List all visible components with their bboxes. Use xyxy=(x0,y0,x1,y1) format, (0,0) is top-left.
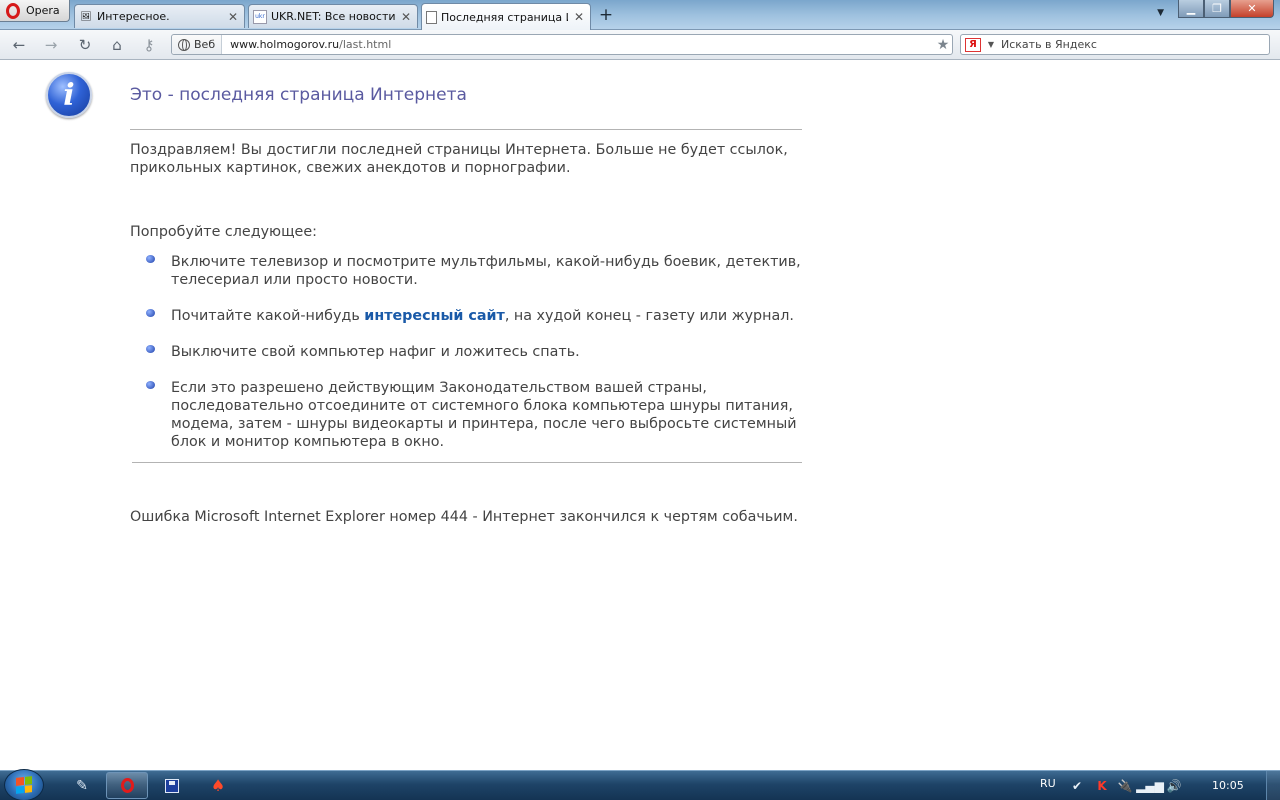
globe-icon xyxy=(178,38,190,51)
tip-text-before: Почитайте какой-нибудь xyxy=(171,308,365,324)
list-item: Выключите свой компьютер нафиг и ложитес… xyxy=(146,343,826,361)
opera-menu-label: Opera xyxy=(26,4,60,17)
tray-volume-icon[interactable]: 🔊 xyxy=(1166,778,1182,794)
bullet-icon xyxy=(146,309,155,317)
tab-title: Интересное. xyxy=(97,10,170,23)
try-heading: Попробуйте следующее: xyxy=(130,224,317,240)
key-icon[interactable]: ⚷ xyxy=(138,35,160,55)
tip-text-after: , на худой конец - газету или журнал. xyxy=(504,308,794,324)
window-controls: ▁ ❐ ✕ xyxy=(1178,0,1274,18)
tray-signal-bars-icon[interactable]: ▂▄▆ xyxy=(1136,778,1164,794)
tab-title: Последняя страница И... xyxy=(441,10,568,24)
bullet-icon xyxy=(146,345,155,353)
address-bar[interactable]: Веб www.holmogorov.ru/last.html ★ xyxy=(171,34,953,55)
tips-list: Включите телевизор и посмотрите мультфил… xyxy=(146,253,826,469)
tip-text: Включите телевизор и посмотрите мультфил… xyxy=(171,254,801,288)
list-item: Почитайте какой-нибудь интересный сайт, … xyxy=(146,307,826,325)
window-minimize-icon[interactable]: ▁ xyxy=(1178,0,1204,18)
web-security-badge[interactable]: Веб xyxy=(172,35,223,54)
page-title: Это - последняя страница Интернета xyxy=(130,85,467,105)
opera-logo-icon xyxy=(120,778,134,793)
browser-tab-strip: Opera 🖼 Интересное. ✕ ukr UKR.NET: Все н… xyxy=(0,0,1280,30)
taskbar-pen-app-icon[interactable]: ✎ xyxy=(62,772,102,799)
tab-close-icon[interactable]: ✕ xyxy=(572,10,586,24)
home-icon[interactable]: ⌂ xyxy=(106,35,128,55)
floppy-disk-icon xyxy=(165,778,179,793)
bullet-icon xyxy=(146,381,155,389)
list-item: Включите телевизор и посмотрите мультфил… xyxy=(146,253,826,289)
tray-power-plug-icon[interactable]: 🔌 xyxy=(1117,778,1133,794)
back-arrow-icon[interactable]: ← xyxy=(8,35,30,55)
reload-icon[interactable]: ↻ xyxy=(74,35,96,55)
start-button[interactable] xyxy=(4,769,44,800)
system-clock[interactable]: 10:05 xyxy=(1212,779,1244,792)
forward-arrow-icon[interactable]: → xyxy=(40,35,62,55)
tab-close-icon[interactable]: ✕ xyxy=(399,10,413,24)
interesting-site-link[interactable]: интересный сайт xyxy=(364,308,505,324)
url-path: /last.html xyxy=(339,38,392,51)
page-document-icon xyxy=(426,10,437,24)
url-domain: www.holmogorov.ru xyxy=(230,38,340,51)
windows-taskbar: ✎ ♠ RU ✔ K 🔌 ▂▄▆ 🔊 10:05 xyxy=(0,769,1280,800)
web-badge-label: Веб xyxy=(194,38,216,51)
tip-text: Выключите свой компьютер нафиг и ложитес… xyxy=(171,344,580,360)
taskbar-floppy-app-icon[interactable] xyxy=(152,772,192,799)
list-item: Если это разрешено действующим Законодат… xyxy=(146,379,826,451)
favicon-icon: ukr xyxy=(253,9,267,24)
tab-ukr-net[interactable]: ukr UKR.NET: Все новости У... ✕ xyxy=(248,4,418,28)
opera-logo-icon xyxy=(6,2,20,19)
window-close-icon[interactable]: ✕ xyxy=(1230,0,1274,18)
yandex-icon[interactable]: Я xyxy=(965,37,981,52)
search-field[interactable]: Я ▼ xyxy=(960,34,1270,55)
tray-antivirus-icon[interactable]: K xyxy=(1094,778,1110,794)
search-input[interactable] xyxy=(1001,38,1269,51)
tab-title: UKR.NET: Все новости У... xyxy=(271,10,395,23)
navigation-toolbar: ← → ↻ ⌂ ⚷ Веб www.holmogorov.ru/last.htm… xyxy=(0,30,1280,60)
window-restore-icon[interactable]: ❐ xyxy=(1204,0,1230,18)
tab-last-page[interactable]: Последняя страница И... ✕ xyxy=(421,3,591,30)
info-icon: i xyxy=(46,72,92,118)
taskbar-opera-button[interactable] xyxy=(106,772,148,799)
search-engine-dropdown-icon[interactable]: ▼ xyxy=(985,40,997,49)
url-text[interactable]: www.holmogorov.ru/last.html xyxy=(222,38,934,51)
favicon-icon: 🖼 xyxy=(80,11,92,22)
language-indicator[interactable]: RU xyxy=(1040,777,1056,790)
tab-list-chevron-icon[interactable]: ▼ xyxy=(1157,8,1164,18)
page-viewport: i Это - последняя страница Интернета Поз… xyxy=(0,61,1280,770)
star-icon[interactable]: ★ xyxy=(934,37,952,53)
tab-interesting[interactable]: 🖼 Интересное. ✕ xyxy=(74,4,245,28)
tab-close-icon[interactable]: ✕ xyxy=(226,10,240,24)
error-message: Ошибка Microsoft Internet Explorer номер… xyxy=(130,509,798,525)
divider xyxy=(130,129,802,130)
windows-logo-icon xyxy=(16,776,32,794)
new-tab-plus-icon[interactable]: + xyxy=(596,6,616,26)
show-desktop-button[interactable] xyxy=(1266,771,1280,800)
taskbar-spade-app-icon[interactable]: ♠ xyxy=(198,772,238,799)
divider xyxy=(132,462,802,463)
tip-text: Если это разрешено действующим Законодат… xyxy=(171,380,797,450)
tray-network-check-icon[interactable]: ✔ xyxy=(1069,778,1085,794)
opera-menu-button[interactable]: Opera xyxy=(0,0,70,22)
bullet-icon xyxy=(146,255,155,263)
intro-text: Поздравляем! Вы достигли последней стран… xyxy=(130,142,788,176)
